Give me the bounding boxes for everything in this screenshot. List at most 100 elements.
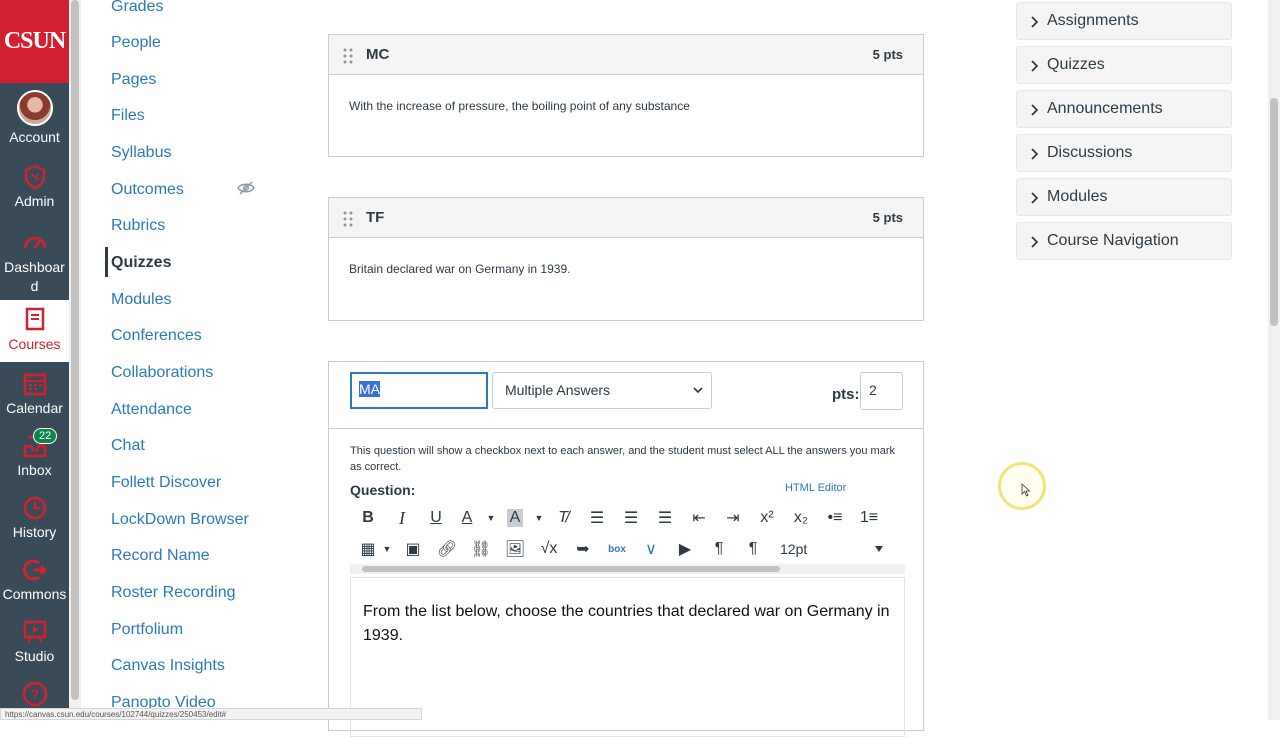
text-color-icon[interactable]: A [454, 505, 480, 531]
question-type-help: This question will show a checkbox next … [350, 445, 895, 473]
course-nav-conferences[interactable]: Conferences [111, 327, 202, 345]
chevron-down-icon [693, 387, 703, 394]
course-nav-portfolium[interactable]: Portfolium [111, 621, 183, 639]
nav-commons[interactable]: Commons [0, 556, 69, 602]
sidebar-section-course-navigation[interactable]: Course Navigation [1016, 222, 1232, 260]
course-nav-outcomes[interactable]: Outcomes [111, 181, 184, 199]
scrollbar-thumb[interactable] [1270, 98, 1278, 326]
course-nav-modules[interactable]: Modules [111, 291, 171, 309]
sidebar-section-announcements[interactable]: Announcements [1016, 90, 1232, 128]
media-icon[interactable]: ▣ [400, 536, 426, 562]
image-icon[interactable]: 🖼︎ [502, 536, 528, 562]
course-nav-canvas-insights[interactable]: Canvas Insights [111, 657, 225, 675]
nav-admin[interactable]: Admin [0, 163, 69, 209]
align-center-icon[interactable]: ☰ [618, 505, 644, 531]
browser-status-url: https://canvas.csun.edu/courses/102744/q… [0, 708, 422, 720]
question-card: TF 5 pts Britain declared war on Germany… [328, 197, 924, 321]
drag-handle-icon[interactable] [343, 47, 353, 65]
sidebar-section-assignments[interactable]: Assignments [1016, 2, 1232, 40]
background-color-dropdown-icon[interactable]: ▼ [526, 505, 552, 531]
question-points: 5 pts [872, 47, 903, 62]
sidebar-section-modules[interactable]: Modules [1016, 178, 1232, 216]
course-nav-files[interactable]: Files [111, 107, 145, 125]
bulleted-list-icon[interactable]: •≡ [822, 505, 848, 531]
question-type-value: Multiple Answers [505, 382, 611, 398]
question-label: Question: [350, 482, 416, 498]
rtl-paragraph-icon[interactable]: ¶ [740, 536, 766, 562]
embed-icon[interactable]: ➥ [570, 536, 596, 562]
course-nav-chat[interactable]: Chat [111, 437, 145, 455]
sidebar-section-label: Discussions [1047, 144, 1133, 161]
html-editor-link[interactable]: HTML Editor [785, 482, 846, 494]
question-text-editor[interactable]: From the list below, choose the countrie… [350, 577, 905, 737]
outdent-icon[interactable]: ⇤ [686, 505, 712, 531]
ltr-paragraph-icon[interactable]: ¶ [706, 536, 732, 562]
chevron-down-icon[interactable] [875, 546, 883, 552]
nav-label: History [12, 524, 57, 540]
course-nav-roster-recording[interactable]: Roster Recording [111, 584, 236, 602]
chevron-right-icon [1031, 192, 1038, 204]
course-nav-record-name[interactable]: Record Name [111, 547, 210, 565]
nav-studio[interactable]: Studio [0, 618, 69, 664]
sidebar-section-label: Announcements [1047, 100, 1163, 117]
nav-courses[interactable]: Courses [0, 300, 69, 362]
course-nav-quizzes[interactable]: Quizzes [111, 254, 171, 272]
page-scrollbar[interactable] [1268, 0, 1280, 720]
bold-icon[interactable]: B [355, 505, 381, 531]
scrollbar-thumb[interactable] [362, 566, 780, 572]
vericite-icon[interactable]: ∨ [638, 536, 664, 562]
points-input[interactable]: 2 [860, 372, 903, 410]
book-icon [25, 307, 44, 331]
table-dropdown-icon[interactable]: ▼ [374, 536, 400, 562]
course-nav-syllabus[interactable]: Syllabus [111, 144, 171, 162]
nav-history[interactable]: History [0, 494, 69, 540]
question-type-select[interactable]: Multiple Answers [492, 372, 712, 409]
unlink-icon[interactable]: ⛓︎ [468, 536, 494, 562]
superscript-icon[interactable]: x² [754, 505, 780, 531]
dashboard-icon [23, 236, 46, 249]
scrollbar-thumb[interactable] [71, 0, 79, 700]
course-nav-pages[interactable]: Pages [111, 71, 156, 89]
nav-dashboard[interactable]: Dashboar d [0, 228, 69, 296]
course-nav-people[interactable]: People [111, 34, 161, 52]
course-nav-attendance[interactable]: Attendance [111, 401, 192, 419]
studio-icon [23, 620, 46, 644]
drag-handle-icon[interactable] [343, 210, 353, 228]
video-icon[interactable]: ▶︎ [672, 536, 698, 562]
editor-toolbar-row-2: ▦ ▼ ▣ 🔗︎ ⛓︎ 🖼︎ √x ➥ box ∨ ▶︎ ¶ ¶ 12pt [350, 536, 905, 566]
equation-icon[interactable]: √x [536, 536, 562, 562]
nav-calendar[interactable]: Calendar [0, 370, 69, 416]
link-icon[interactable]: 🔗︎ [434, 536, 460, 562]
subscript-icon[interactable]: x₂ [788, 505, 814, 531]
nav-inbox[interactable]: 22 Inbox [0, 428, 69, 478]
course-nav-grades[interactable]: Grades [111, 0, 163, 16]
sidebar-section-label: Quizzes [1047, 56, 1105, 73]
sidebar-section-label: Modules [1047, 188, 1108, 205]
clear-formatting-icon[interactable]: T̸ [550, 505, 576, 531]
box-icon[interactable]: box [604, 536, 630, 562]
course-nav-scrollbar[interactable] [69, 0, 81, 720]
toolbar-scrollbar[interactable] [350, 564, 905, 574]
sidebar-section-label: Course Navigation [1047, 232, 1179, 249]
sidebar-section-quizzes[interactable]: Quizzes [1016, 46, 1232, 84]
course-nav-collaborations[interactable]: Collaborations [111, 364, 213, 382]
italic-icon[interactable]: I [389, 505, 415, 531]
csun-logo[interactable]: CSUN [0, 0, 69, 83]
chevron-right-icon [1031, 148, 1038, 160]
question-text: With the increase of pressure, the boili… [349, 99, 690, 113]
sidebar-section-discussions[interactable]: Discussions [1016, 134, 1232, 172]
question-name-input[interactable]: MA [350, 372, 488, 409]
underline-icon[interactable]: U [423, 505, 449, 531]
font-size-select[interactable]: 12pt [780, 541, 807, 557]
course-nav-rubrics[interactable]: Rubrics [111, 217, 165, 235]
course-nav-follett-discover[interactable]: Follett Discover [111, 474, 221, 492]
numbered-list-icon[interactable]: 1≡ [856, 505, 882, 531]
background-color-icon[interactable]: A [502, 505, 528, 531]
course-nav-lockdown-browser[interactable]: LockDown Browser [111, 511, 249, 529]
nav-account[interactable]: Account [0, 90, 69, 145]
indent-icon[interactable]: ⇥ [720, 505, 746, 531]
clock-icon [23, 496, 46, 520]
align-left-icon[interactable]: ☰ [584, 505, 610, 531]
text-color-dropdown-icon[interactable]: ▼ [478, 505, 504, 531]
align-right-icon[interactable]: ☰ [652, 505, 678, 531]
